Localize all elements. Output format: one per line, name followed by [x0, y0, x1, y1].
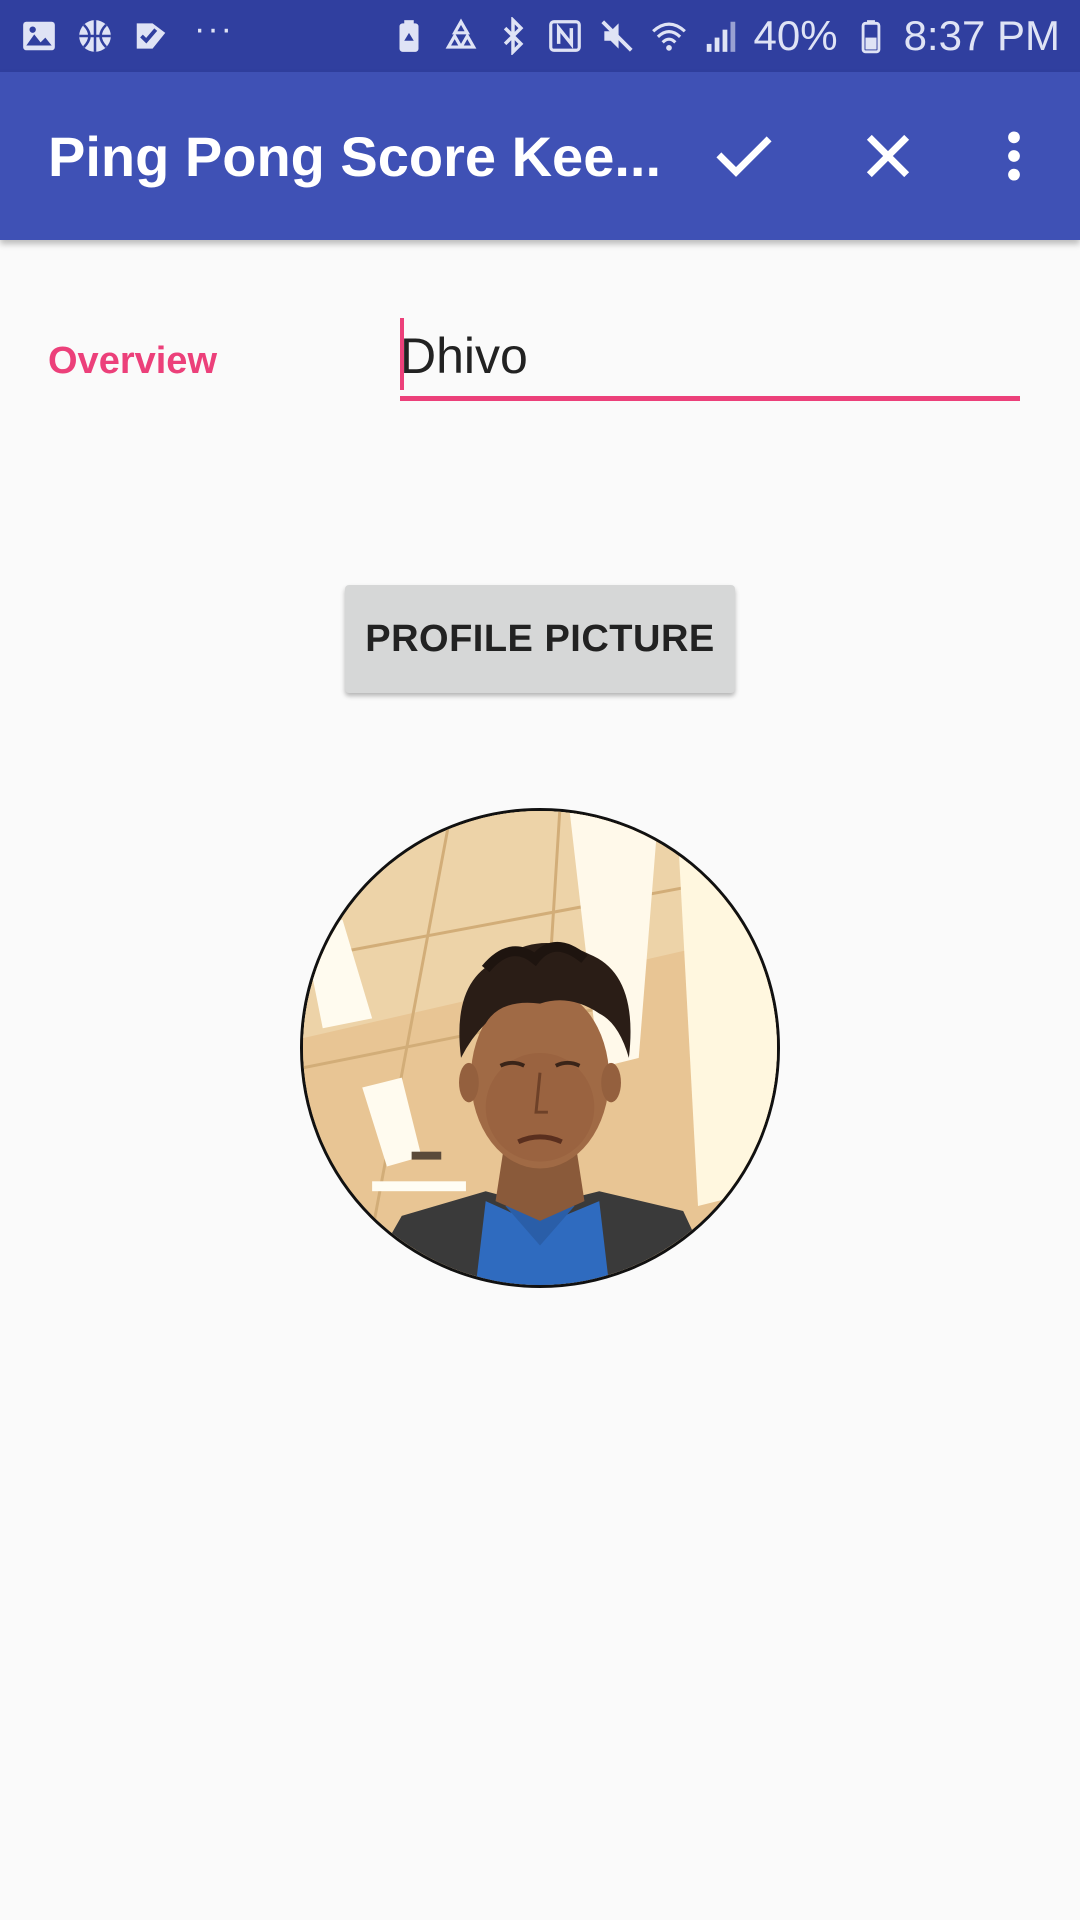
overview-label: Overview [48, 340, 217, 382]
status-left-icons: ··· [20, 0, 234, 72]
checklist-icon [132, 17, 170, 55]
bluetooth-icon [494, 17, 532, 55]
profile-picture-button[interactable]: PROFILE PICTURE [345, 585, 735, 693]
app-bar: Ping Pong Score Kee... [0, 72, 1080, 240]
status-time: 8:37 PM [903, 12, 1060, 59]
battery-icon [852, 17, 890, 55]
battery-percent: 40% [753, 12, 838, 59]
status-bar: ··· 40% 8:37 PM [0, 0, 1080, 72]
recycle-icon [442, 17, 480, 55]
text-cursor [400, 318, 404, 390]
mute-icon [598, 17, 636, 55]
profile-photo [303, 811, 777, 1285]
check-icon [716, 136, 772, 177]
name-field[interactable] [400, 316, 1020, 402]
more-notifications-indicator: ··· [194, 10, 234, 48]
overflow-menu-button[interactable] [966, 72, 1062, 240]
nfc-icon [546, 17, 584, 55]
input-underline [400, 396, 1020, 401]
wifi-icon [650, 17, 688, 55]
close-icon [866, 134, 910, 178]
signal-icon [702, 17, 740, 55]
more-vert-icon [1008, 131, 1020, 181]
app-title: Ping Pong Score Kee... [48, 124, 658, 188]
avatar [300, 808, 780, 1288]
name-input[interactable] [400, 316, 1020, 396]
cancel-button[interactable] [840, 72, 936, 240]
status-right-icons: 40% 8:37 PM [390, 0, 1060, 72]
battery-saver-icon [390, 17, 428, 55]
basketball-icon [76, 17, 114, 55]
save-button[interactable] [696, 72, 792, 240]
gallery-icon [20, 17, 58, 55]
